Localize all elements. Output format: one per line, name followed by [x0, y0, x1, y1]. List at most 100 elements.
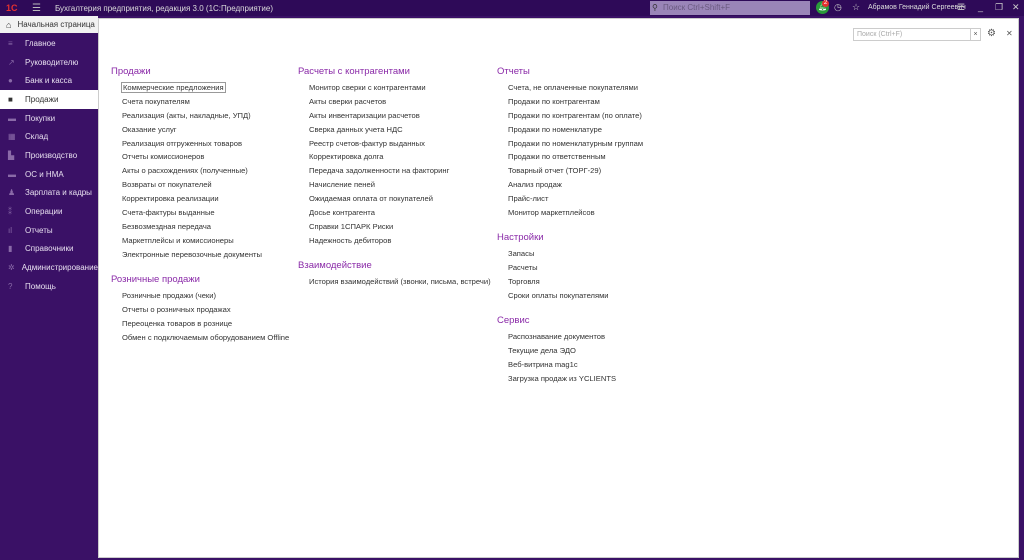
link-label[interactable]: Корректировка долга: [309, 152, 384, 161]
history-icon[interactable]: ◷: [834, 2, 842, 13]
section-link[interactable]: Коммерческие предложения: [111, 82, 262, 96]
link-label[interactable]: Продажи по номенклатурным группам: [508, 139, 643, 148]
section-link[interactable]: Счета-фактуры выданные: [111, 207, 262, 221]
link-label[interactable]: Начисление пеней: [309, 180, 375, 189]
menu-icon[interactable]: ☰: [32, 3, 41, 14]
section-link[interactable]: Реестр счетов-фактур выданных: [298, 138, 449, 152]
section-link[interactable]: Расчеты: [497, 262, 609, 276]
sidebar-item[interactable]: ✲ Администрирование: [0, 258, 98, 277]
section-link[interactable]: Продажи по номенклатурным группам: [497, 138, 643, 152]
section-link[interactable]: Акты о расхождениях (полученные): [111, 165, 262, 179]
link-label[interactable]: Реализация отгруженных товаров: [122, 139, 242, 148]
section-link[interactable]: Продажи по номенклатуре: [497, 124, 643, 138]
section-link[interactable]: Реализация (акты, накладные, УПД): [111, 110, 262, 124]
section-link[interactable]: Корректировка реализации: [111, 193, 262, 207]
sidebar-item[interactable]: ● Банк и касса: [0, 71, 98, 90]
link-label[interactable]: Расчеты: [508, 263, 538, 272]
clear-search-icon[interactable]: ×: [970, 29, 980, 40]
sidebar-item[interactable]: ♟ Зарплата и кадры: [0, 184, 98, 203]
minimize-icon[interactable]: _: [978, 2, 983, 12]
settings-menu-icon[interactable]: ☰: [957, 2, 965, 13]
sidebar-item[interactable]: ıl Отчеты: [0, 221, 98, 240]
link-label[interactable]: Анализ продаж: [508, 180, 562, 189]
link-label[interactable]: Продажи по контрагентам: [508, 97, 600, 106]
section-link[interactable]: Акты сверки расчетов: [298, 96, 449, 110]
section-link[interactable]: Безвозмездная передача: [111, 221, 262, 235]
section-link[interactable]: Запасы: [497, 248, 609, 262]
section-link[interactable]: Досье контрагента: [298, 207, 449, 221]
section-link[interactable]: Счета, не оплаченные покупателями: [497, 82, 643, 96]
sidebar-item[interactable]: ≡ Главное: [0, 34, 98, 53]
section-link[interactable]: Оказание услуг: [111, 124, 262, 138]
tab-home[interactable]: ⌂ Начальная страница: [0, 16, 98, 33]
link-label[interactable]: Товарный отчет (ТОРГ-29): [508, 166, 601, 175]
link-label[interactable]: Розничные продажи (чеки): [122, 291, 216, 300]
section-link[interactable]: Корректировка долга: [298, 151, 449, 165]
link-label[interactable]: Обмен с подключаемым оборудованием Offli…: [122, 333, 289, 342]
link-label[interactable]: Сроки оплаты покупателями: [508, 291, 609, 300]
link-label[interactable]: Веб-витрина mag1c: [508, 360, 578, 369]
link-label[interactable]: Надежность дебиторов: [309, 236, 391, 245]
link-label[interactable]: Отчеты комиссионеров: [122, 152, 204, 161]
link-label[interactable]: Монитор сверки с контрагентами: [309, 83, 426, 92]
section-link[interactable]: Реализация отгруженных товаров: [111, 138, 262, 152]
sidebar-item[interactable]: ? Помощь: [0, 277, 98, 296]
link-label[interactable]: Запасы: [508, 249, 534, 258]
section-link[interactable]: Счета покупателям: [111, 96, 262, 110]
link-label[interactable]: Торговля: [508, 277, 540, 286]
link-label[interactable]: Прайс-лист: [508, 194, 548, 203]
section-link[interactable]: История взаимодействий (звонки, письма, …: [298, 276, 491, 290]
link-label[interactable]: Отчеты о розничных продажах: [122, 305, 231, 314]
sidebar-item[interactable]: ▦ Склад: [0, 127, 98, 146]
link-label[interactable]: Передача задолженности на факторинг: [309, 166, 449, 175]
section-link[interactable]: Отчеты комиссионеров: [111, 151, 262, 165]
link-label[interactable]: Счета-фактуры выданные: [122, 208, 215, 217]
section-link[interactable]: Ожидаемая оплата от покупателей: [298, 193, 449, 207]
sidebar-item[interactable]: ▮ Справочники: [0, 240, 98, 259]
link-label[interactable]: Корректировка реализации: [122, 194, 219, 203]
link-label[interactable]: Справки 1СПАРК Риски: [309, 222, 393, 231]
link-label[interactable]: Сверка данных учета НДС: [309, 125, 403, 134]
section-link[interactable]: Акты инвентаризации расчетов: [298, 110, 449, 124]
section-link[interactable]: Монитор сверки с контрагентами: [298, 82, 449, 96]
sidebar-item[interactable]: ⁑ Операции: [0, 202, 98, 221]
section-link[interactable]: Торговля: [497, 276, 609, 290]
link-label[interactable]: Акты сверки расчетов: [309, 97, 386, 106]
section-link[interactable]: Распознавание документов: [497, 331, 616, 345]
section-link[interactable]: Прайс-лист: [497, 193, 643, 207]
link-label[interactable]: Переоценка товаров в рознице: [122, 319, 232, 328]
link-label[interactable]: Оказание услуг: [122, 125, 177, 134]
section-link[interactable]: Текущие дела ЭДО: [497, 345, 616, 359]
link-label[interactable]: Распознавание документов: [508, 332, 605, 341]
close-icon[interactable]: ✕: [1006, 29, 1013, 38]
section-link[interactable]: Монитор маркетплейсов: [497, 207, 643, 221]
link-label[interactable]: Реализация (акты, накладные, УПД): [122, 111, 251, 120]
section-link[interactable]: Возвраты от покупателей: [111, 179, 262, 193]
link-label[interactable]: Акты о расхождениях (полученные): [122, 166, 248, 175]
sidebar-item[interactable]: ▬ Покупки: [0, 109, 98, 128]
link-label[interactable]: Счета покупателям: [122, 97, 190, 106]
section-link[interactable]: Сверка данных учета НДС: [298, 124, 449, 138]
sidebar-item[interactable]: ■ Продажи: [0, 90, 98, 109]
link-label[interactable]: История взаимодействий (звонки, письма, …: [309, 277, 491, 286]
section-link[interactable]: Обмен с подключаемым оборудованием Offli…: [111, 332, 289, 346]
global-search-input[interactable]: ⚲ Поиск Ctrl+Shift+F: [650, 1, 810, 15]
link-label[interactable]: Безвозмездная передача: [122, 222, 211, 231]
section-link[interactable]: Анализ продаж: [497, 179, 643, 193]
section-link[interactable]: Веб-витрина mag1c: [497, 359, 616, 373]
sidebar-item[interactable]: ▙ Производство: [0, 146, 98, 165]
user-name[interactable]: Абрамов Геннадий Сергеевич: [868, 4, 966, 11]
sidebar-item[interactable]: ▬ ОС и НМА: [0, 165, 98, 184]
section-link[interactable]: Продажи по контрагентам (по оплате): [497, 110, 643, 124]
favorites-star-icon[interactable]: ☆: [852, 2, 860, 13]
link-label[interactable]: Возвраты от покупателей: [122, 180, 212, 189]
section-link[interactable]: Начисление пеней: [298, 179, 449, 193]
link-label[interactable]: Акты инвентаризации расчетов: [309, 111, 420, 120]
panel-search-input[interactable]: Поиск (Ctrl+F) ×: [853, 28, 981, 41]
link-label[interactable]: Электронные перевозочные документы: [122, 250, 262, 259]
link-label[interactable]: Счета, не оплаченные покупателями: [508, 83, 638, 92]
section-link[interactable]: Справки 1СПАРК Риски: [298, 221, 449, 235]
link-label[interactable]: Ожидаемая оплата от покупателей: [309, 194, 433, 203]
link-label[interactable]: Коммерческие предложения: [121, 82, 226, 93]
section-link[interactable]: Продажи по контрагентам: [497, 96, 643, 110]
